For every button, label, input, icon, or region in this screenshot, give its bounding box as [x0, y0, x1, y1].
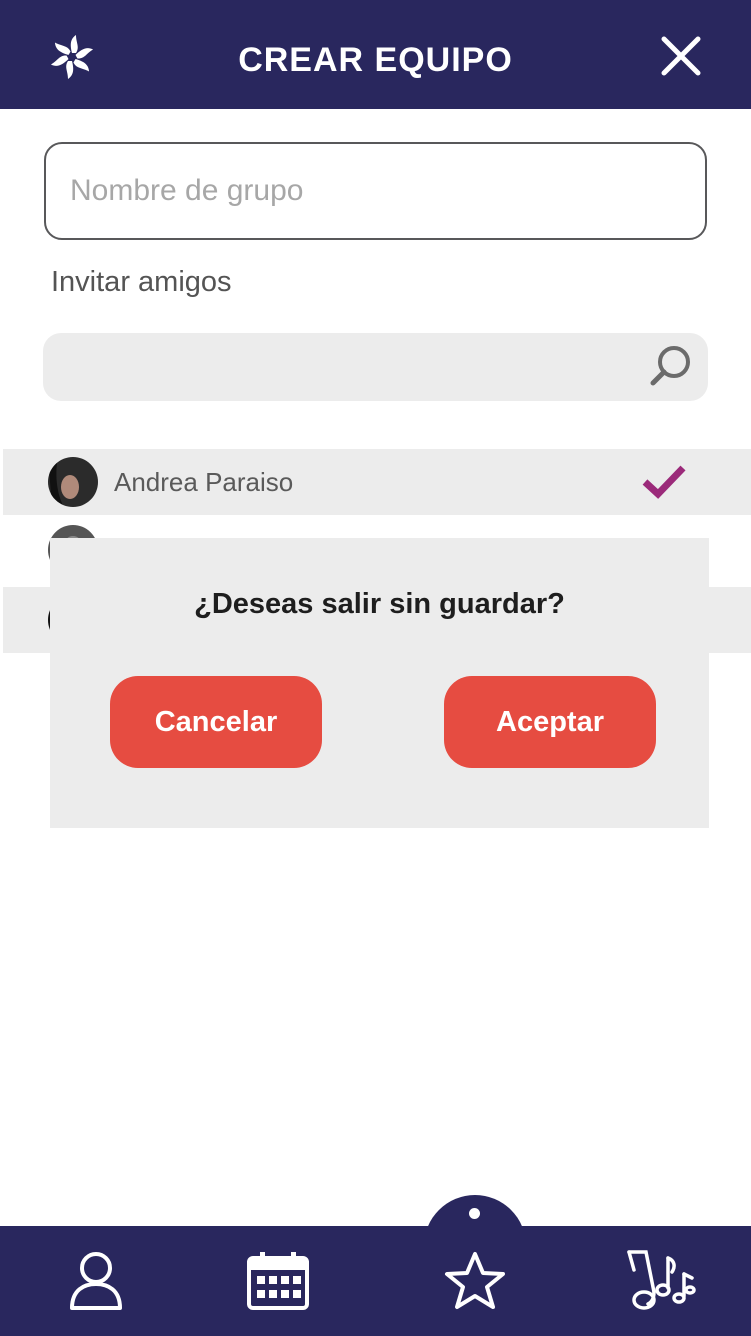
friend-name: Andrea Paraiso	[114, 467, 294, 497]
calendar-icon[interactable]	[246, 1250, 310, 1312]
avatar	[48, 457, 98, 507]
header-bar: CREAR EQUIPO	[0, 0, 751, 109]
nav-profile[interactable]	[68, 1250, 124, 1312]
nav-favorites[interactable]	[443, 1250, 507, 1312]
star-icon[interactable]	[443, 1250, 507, 1312]
nav-music[interactable]	[626, 1248, 696, 1312]
page-title: CREAR EQUIPO	[238, 41, 513, 79]
close-icon[interactable]	[660, 35, 702, 77]
friend-row[interactable]: Andrea Paraiso	[3, 449, 751, 515]
music-notes-icon[interactable]	[626, 1248, 696, 1312]
active-indicator-dot	[469, 1208, 480, 1219]
cancel-button[interactable]: Cancelar	[110, 676, 322, 768]
checkmark-icon[interactable]	[641, 462, 687, 502]
invite-friends-label: Invitar amigos	[51, 266, 232, 298]
nav-calendar[interactable]	[246, 1250, 310, 1312]
friend-search-input[interactable]	[43, 333, 708, 401]
profile-icon[interactable]	[68, 1250, 124, 1312]
confirm-exit-dialog: ¿Deseas salir sin guardar? Cancelar Acep…	[50, 538, 709, 828]
search-icon[interactable]	[648, 343, 694, 389]
group-name-input[interactable]	[44, 142, 707, 240]
accept-button[interactable]: Aceptar	[444, 676, 656, 768]
dialog-title: ¿Deseas salir sin guardar?	[194, 588, 565, 620]
